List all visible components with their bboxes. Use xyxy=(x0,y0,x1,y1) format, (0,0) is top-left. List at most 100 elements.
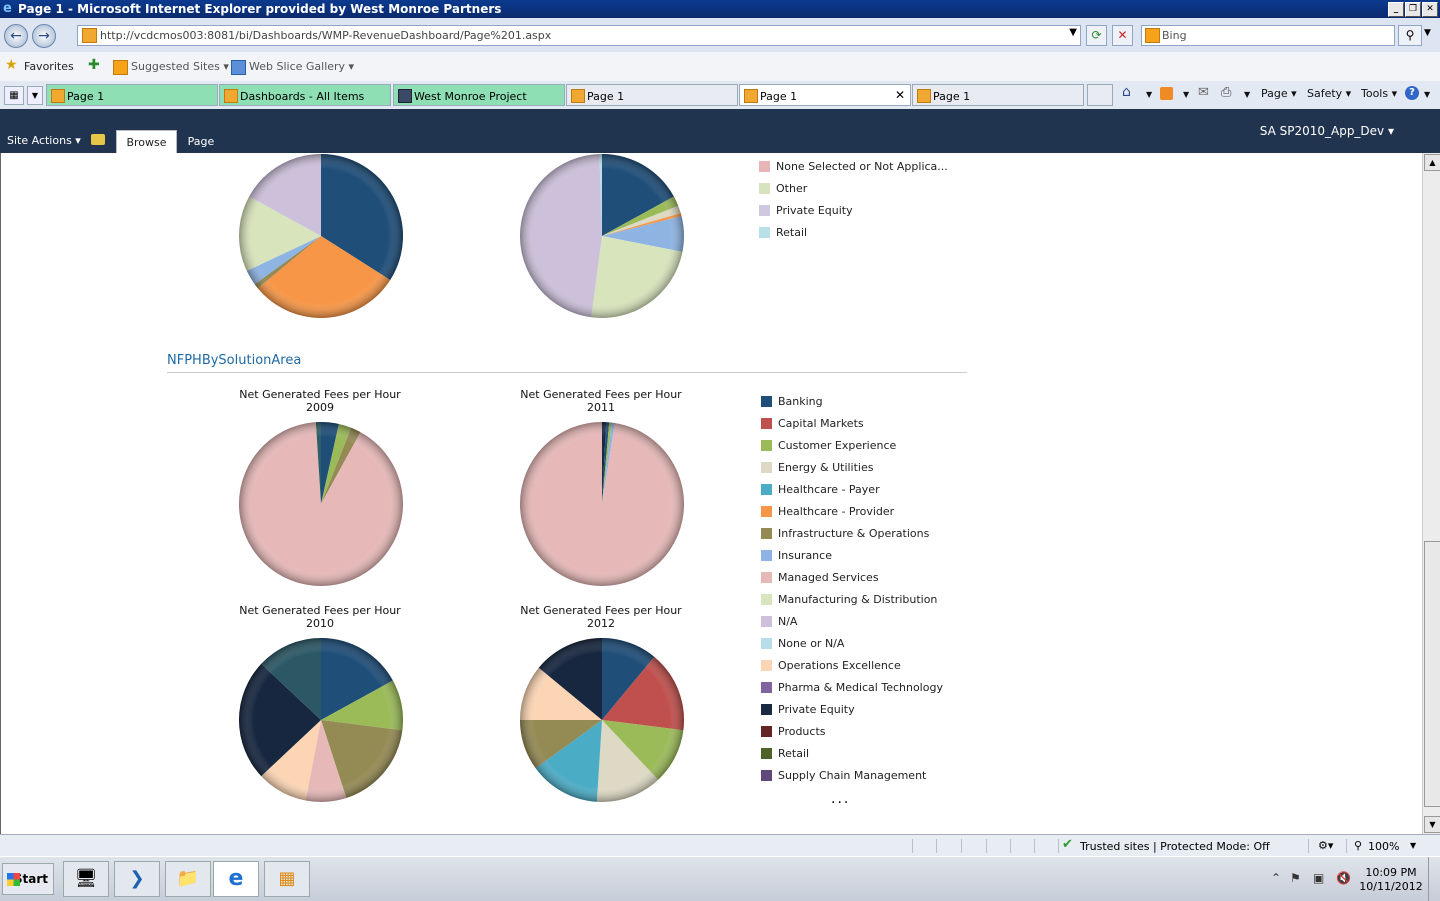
home-icon[interactable]: ⌂ xyxy=(1122,84,1131,100)
powershell-taskbar-button[interactable]: ❯ xyxy=(114,861,160,897)
security-zone-text[interactable]: Trusted sites | Protected Mode: Off xyxy=(1080,840,1270,853)
site-actions-menu[interactable]: Site Actions ▾ xyxy=(7,134,81,147)
legend-label: Infrastructure & Operations xyxy=(778,527,930,540)
tab-favicon-icon xyxy=(744,89,758,103)
legend-more-indicator[interactable]: ... xyxy=(831,791,850,807)
status-cell xyxy=(961,839,962,853)
legend-label: Retail xyxy=(778,747,810,760)
tools-menu[interactable]: Tools ▾ xyxy=(1361,87,1397,100)
favorites-bar: ★ Favorites ✚ Suggested Sites ▾ Web Slic… xyxy=(0,52,1440,82)
address-dropdown-icon[interactable]: ▼ xyxy=(1069,27,1077,38)
minimize-button[interactable]: _ xyxy=(1388,2,1404,17)
tab-4[interactable]: Page 1 xyxy=(566,84,738,106)
new-tab-button[interactable] xyxy=(1087,84,1113,106)
explorer-taskbar-button[interactable]: 📁 xyxy=(165,861,211,897)
volume-muted-icon[interactable]: 🔇 xyxy=(1336,871,1351,885)
tab-page[interactable]: Page xyxy=(181,130,221,153)
tab-5-active[interactable]: Page 1 ✕ xyxy=(739,84,911,106)
tab-list-icon[interactable]: ▼ xyxy=(27,86,43,105)
navigate-up-icon[interactable] xyxy=(91,134,105,145)
scroll-thumb[interactable] xyxy=(1424,541,1440,807)
help-icon[interactable]: ? xyxy=(1405,86,1419,100)
suggested-sites-icon xyxy=(113,60,128,75)
status-cell xyxy=(936,839,937,853)
legend-label: Customer Experience xyxy=(778,439,897,452)
action-center-flag-icon[interactable]: ⚑ xyxy=(1290,871,1301,885)
page-menu[interactable]: Page ▾ xyxy=(1261,87,1297,100)
search-options-icon[interactable]: ▼ xyxy=(1424,28,1431,38)
network-icon[interactable]: ▣ xyxy=(1313,871,1324,885)
show-hidden-icons[interactable]: ⌃ xyxy=(1271,871,1281,885)
protected-mode-icon[interactable]: ⚙▾ xyxy=(1318,839,1333,852)
web-slice-gallery-link[interactable]: Web Slice Gallery ▾ xyxy=(249,60,354,73)
refresh-button[interactable]: ⟳ xyxy=(1086,25,1107,46)
legend-swatch xyxy=(761,726,772,737)
window-title: Page 1 - Microsoft Internet Explorer pro… xyxy=(18,2,502,16)
server-manager-taskbar-button[interactable]: 🖥 xyxy=(63,861,109,897)
legend-swatch xyxy=(761,528,772,539)
search-placeholder: Bing xyxy=(1162,29,1187,42)
address-row: ← → http://vcdcmos003:8081/bi/Dashboards… xyxy=(0,18,1440,52)
legend-label: Energy & Utilities xyxy=(778,461,874,474)
legend-label: Supply Chain Management xyxy=(778,769,927,782)
start-button[interactable]: Start xyxy=(2,863,54,895)
windows-logo-icon xyxy=(7,873,20,886)
legend-label: Insurance xyxy=(778,549,832,562)
section-divider xyxy=(167,372,967,373)
ie-icon: e xyxy=(3,1,12,16)
top-chart-legend: None Selected or Not Applica... Other Priv… xyxy=(759,160,959,250)
address-input[interactable]: http://vcdcmos003:8081/bi/Dashboards/WMP… xyxy=(77,25,1081,46)
pie-chart-2011 xyxy=(520,422,684,586)
legend-swatch xyxy=(761,748,772,759)
sharepoint-ribbon: Site Actions ▾ Browse Page SA SP2010_App… xyxy=(0,109,1440,154)
legend-swatch xyxy=(761,704,772,715)
print-icon[interactable]: ⎙ xyxy=(1221,85,1231,100)
scroll-up-arrow[interactable]: ▲ xyxy=(1424,154,1440,171)
legend-swatch xyxy=(761,484,772,495)
read-mail-icon[interactable]: ✉ xyxy=(1198,85,1209,100)
legend-label: Healthcare - Provider xyxy=(778,505,895,518)
scroll-down-arrow[interactable]: ▼ xyxy=(1424,816,1440,833)
tab-label: Page 1 xyxy=(67,90,105,103)
favorites-star-icon: ★ xyxy=(5,57,18,73)
stop-button[interactable]: ✕ xyxy=(1112,25,1133,46)
trusted-check-icon: ✔ xyxy=(1062,837,1073,852)
system-clock[interactable]: 10:09 PM 10/11/2012 xyxy=(1356,866,1426,894)
show-desktop-button[interactable] xyxy=(1428,857,1440,901)
add-favorite-icon[interactable]: ✚ xyxy=(88,57,100,73)
close-window-button[interactable]: ✕ xyxy=(1422,2,1438,17)
forward-button[interactable]: → xyxy=(32,24,56,48)
tab-6[interactable]: Page 1 xyxy=(912,84,1084,106)
favorites-button[interactable]: Favorites xyxy=(24,60,74,73)
tab-label: Page 1 xyxy=(760,90,798,103)
back-button[interactable]: ← xyxy=(4,24,28,48)
chart-title-2012: Net Generated Fees per Hour 2012 xyxy=(471,604,731,630)
tab-1[interactable]: Page 1 xyxy=(46,84,218,106)
legend-swatch xyxy=(761,550,772,561)
print-dropdown-icon[interactable]: ▼ xyxy=(1244,90,1250,99)
chart-title-text: Net Generated Fees per Hour xyxy=(520,604,682,617)
search-input[interactable]: Bing xyxy=(1141,25,1395,46)
quick-tabs-icon[interactable]: ▦ xyxy=(4,86,24,105)
internet-explorer-taskbar-button[interactable]: e xyxy=(213,861,259,897)
tab-3[interactable]: West Monroe Project xyxy=(393,84,565,106)
chart-year-label: 2009 xyxy=(306,401,334,414)
status-cell xyxy=(912,839,913,853)
tab-browse[interactable]: Browse xyxy=(116,130,177,154)
vertical-scrollbar[interactable]: ▲ ▼ xyxy=(1422,153,1440,834)
suggested-sites-link[interactable]: Suggested Sites ▾ xyxy=(131,60,229,73)
safety-menu[interactable]: Safety ▾ xyxy=(1307,87,1351,100)
zoom-level[interactable]: 100% xyxy=(1368,840,1399,853)
dashboard-designer-taskbar-button[interactable]: ▦ xyxy=(264,861,310,897)
close-tab-icon[interactable]: ✕ xyxy=(895,88,905,102)
home-dropdown-icon[interactable]: ▼ xyxy=(1146,90,1152,99)
search-button[interactable]: ⚲ xyxy=(1398,25,1422,46)
maximize-button[interactable]: ❐ xyxy=(1405,2,1421,17)
tab-row: ▦ ▼ Page 1 Dashboards - All Items West M… xyxy=(0,81,1440,109)
help-dropdown-icon[interactable]: ▼ xyxy=(1424,90,1430,99)
feeds-dropdown-icon[interactable]: ▼ xyxy=(1183,90,1189,99)
user-menu[interactable]: SA SP2010_App_Dev ▾ xyxy=(1260,124,1394,138)
zoom-dropdown-icon[interactable]: ▼ xyxy=(1410,841,1416,850)
feeds-icon[interactable] xyxy=(1160,87,1173,100)
tab-2[interactable]: Dashboards - All Items xyxy=(219,84,391,106)
